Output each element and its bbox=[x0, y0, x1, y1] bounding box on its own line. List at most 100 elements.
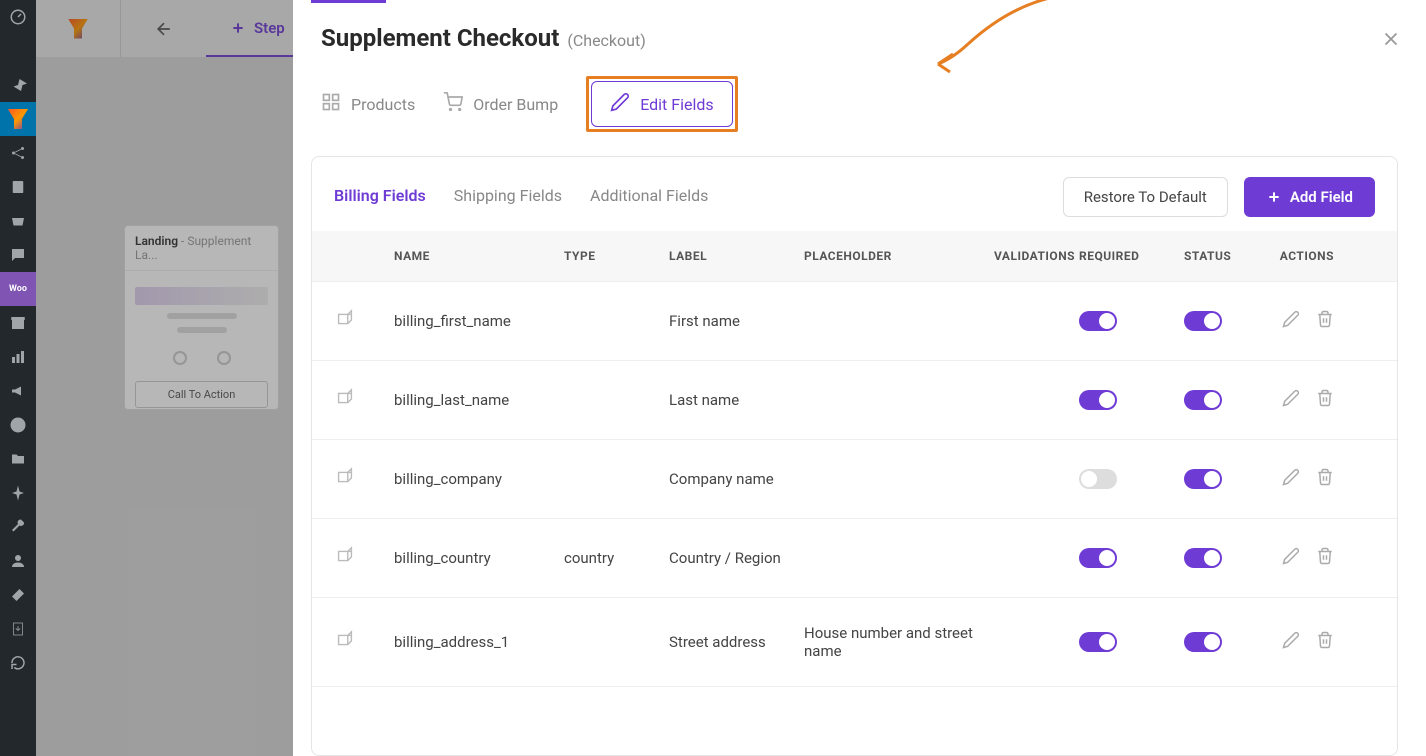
drag-handle[interactable] bbox=[334, 629, 394, 655]
fields-card: Billing Fields Shipping Fields Additiona… bbox=[311, 156, 1398, 756]
cell-label: Country / Region bbox=[669, 549, 804, 567]
edit-row-button[interactable] bbox=[1282, 547, 1300, 569]
th-required: REQUIRED bbox=[1079, 249, 1184, 263]
admin-sidebar-brush[interactable] bbox=[0, 34, 36, 68]
delete-row-button[interactable] bbox=[1316, 547, 1334, 569]
delete-row-button[interactable] bbox=[1316, 631, 1334, 653]
admin-sidebar-folder[interactable] bbox=[0, 442, 36, 476]
cell-label: Last name bbox=[669, 391, 804, 409]
admin-sidebar-refresh[interactable] bbox=[0, 646, 36, 680]
cell-type: country bbox=[564, 549, 669, 567]
drag-handle[interactable] bbox=[334, 308, 394, 334]
status-toggle[interactable] bbox=[1184, 311, 1222, 331]
admin-sidebar-elementor[interactable] bbox=[0, 408, 36, 442]
row-actions bbox=[1249, 547, 1334, 569]
required-toggle[interactable] bbox=[1079, 390, 1117, 410]
subtab-billing[interactable]: Billing Fields bbox=[334, 186, 426, 209]
close-button[interactable] bbox=[1380, 28, 1402, 54]
cell-label: Street address bbox=[669, 633, 804, 651]
th-label: LABEL bbox=[669, 249, 804, 263]
annotation-highlight-box: Edit Fields bbox=[586, 76, 737, 132]
sub-tabs: Billing Fields Shipping Fields Additiona… bbox=[334, 186, 708, 209]
tab-products-label: Products bbox=[351, 95, 415, 114]
panel-title: Supplement Checkout bbox=[321, 24, 559, 52]
table-row: billing_address_1Street addressHouse num… bbox=[312, 598, 1397, 687]
row-actions bbox=[1249, 468, 1334, 490]
admin-sidebar-store[interactable] bbox=[0, 204, 36, 238]
admin-sidebar-import[interactable] bbox=[0, 612, 36, 646]
admin-sidebar-archive[interactable] bbox=[0, 306, 36, 340]
drag-handle[interactable] bbox=[334, 466, 394, 492]
cart-icon bbox=[443, 92, 463, 116]
table-row: billing_first_name First name bbox=[312, 282, 1397, 361]
delete-row-button[interactable] bbox=[1316, 468, 1334, 490]
panel-subtitle: (Checkout) bbox=[567, 31, 645, 50]
th-name: NAME bbox=[394, 249, 564, 263]
edit-row-button[interactable] bbox=[1282, 389, 1300, 411]
delete-row-button[interactable] bbox=[1316, 310, 1334, 332]
cell-name: billing_first_name bbox=[394, 312, 564, 330]
wp-admin-sidebar: Woo bbox=[0, 0, 36, 756]
tab-edit-fields[interactable]: Edit Fields bbox=[591, 81, 732, 127]
restore-default-button[interactable]: Restore To Default bbox=[1063, 177, 1228, 217]
admin-sidebar-woo[interactable]: Woo bbox=[0, 272, 36, 306]
row-actions bbox=[1249, 310, 1334, 332]
admin-sidebar-pin2[interactable] bbox=[0, 476, 36, 510]
add-field-button[interactable]: Add Field bbox=[1244, 177, 1375, 217]
admin-sidebar-book[interactable] bbox=[0, 170, 36, 204]
admin-sidebar-funnel[interactable] bbox=[0, 102, 36, 136]
delete-row-button[interactable] bbox=[1316, 389, 1334, 411]
admin-sidebar-pin[interactable] bbox=[0, 68, 36, 102]
tab-order-bump-label: Order Bump bbox=[473, 95, 558, 114]
close-icon bbox=[1380, 28, 1402, 50]
admin-sidebar-share[interactable] bbox=[0, 136, 36, 170]
card-actions: Restore To Default Add Field bbox=[1063, 177, 1375, 217]
cell-label: First name bbox=[669, 312, 804, 330]
cell-placeholder: House number and street name bbox=[804, 624, 994, 660]
admin-sidebar-megaphone[interactable] bbox=[0, 374, 36, 408]
subtab-additional[interactable]: Additional Fields bbox=[590, 186, 708, 209]
cell-label: Company name bbox=[669, 470, 804, 488]
funnel-icon bbox=[8, 109, 28, 129]
table-row: billing_company Company name bbox=[312, 440, 1397, 519]
tab-order-bump[interactable]: Order Bump bbox=[443, 84, 558, 124]
panel-header: Supplement Checkout (Checkout) bbox=[293, 0, 1426, 72]
edit-row-button[interactable] bbox=[1282, 468, 1300, 490]
status-toggle[interactable] bbox=[1184, 390, 1222, 410]
admin-sidebar-chat[interactable] bbox=[0, 238, 36, 272]
status-toggle[interactable] bbox=[1184, 469, 1222, 489]
table-body: billing_first_name First name billing_last… bbox=[312, 282, 1397, 755]
th-status: STATUS bbox=[1184, 249, 1249, 263]
row-actions bbox=[1249, 631, 1334, 653]
cell-name: billing_country bbox=[394, 549, 564, 567]
required-toggle[interactable] bbox=[1079, 548, 1117, 568]
th-validations: VALIDATIONS bbox=[994, 249, 1079, 263]
admin-sidebar-chart[interactable] bbox=[0, 340, 36, 374]
required-toggle[interactable] bbox=[1079, 469, 1117, 489]
cell-name: billing_company bbox=[394, 470, 564, 488]
required-toggle[interactable] bbox=[1079, 311, 1117, 331]
row-actions bbox=[1249, 389, 1334, 411]
sub-tabs-row: Billing Fields Shipping Fields Additiona… bbox=[312, 157, 1397, 231]
table-row: billing_last_nameLast name bbox=[312, 361, 1397, 440]
status-toggle[interactable] bbox=[1184, 632, 1222, 652]
status-toggle[interactable] bbox=[1184, 548, 1222, 568]
grid-icon bbox=[321, 92, 341, 116]
admin-sidebar-user[interactable] bbox=[0, 544, 36, 578]
plus-icon bbox=[1266, 189, 1282, 205]
table-row: billing_countrycountryCountry / Region bbox=[312, 519, 1397, 598]
admin-sidebar-wrench[interactable] bbox=[0, 510, 36, 544]
drag-handle[interactable] bbox=[334, 545, 394, 571]
pencil-icon bbox=[610, 92, 630, 116]
th-actions: ACTIONS bbox=[1249, 249, 1334, 263]
subtab-shipping[interactable]: Shipping Fields bbox=[454, 186, 562, 209]
edit-row-button[interactable] bbox=[1282, 310, 1300, 332]
tab-edit-fields-label: Edit Fields bbox=[640, 95, 713, 114]
top-tabs: Products Order Bump Edit Fields bbox=[293, 72, 1426, 156]
admin-sidebar-tool[interactable] bbox=[0, 578, 36, 612]
required-toggle[interactable] bbox=[1079, 632, 1117, 652]
tab-products[interactable]: Products bbox=[321, 84, 415, 124]
edit-row-button[interactable] bbox=[1282, 631, 1300, 653]
admin-sidebar-dashboard[interactable] bbox=[0, 0, 36, 34]
drag-handle[interactable] bbox=[334, 387, 394, 413]
